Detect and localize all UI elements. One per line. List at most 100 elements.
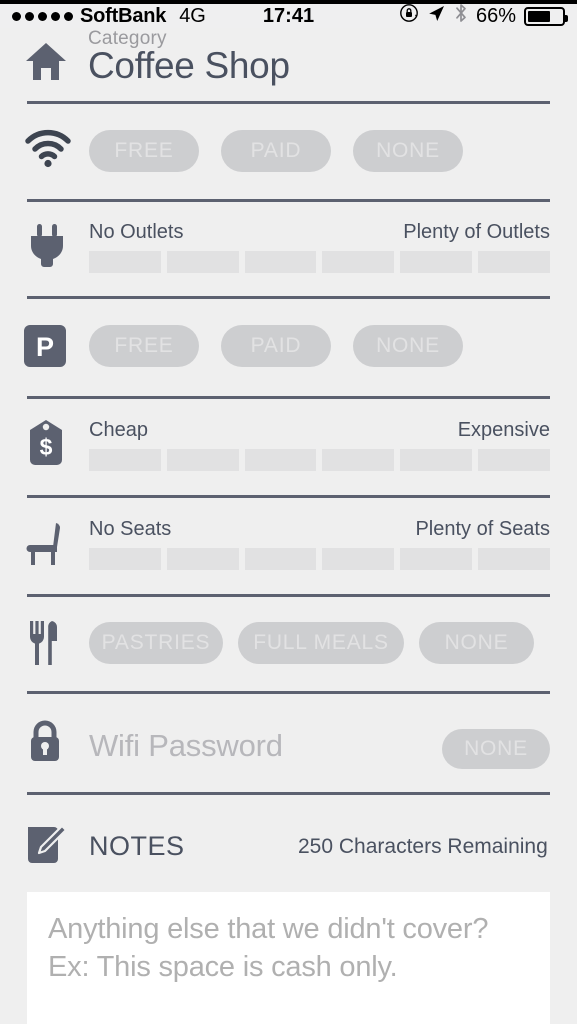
wifi-password-none-option[interactable]: NONE: [442, 729, 550, 769]
wifi-icon: [24, 128, 72, 168]
signal-dot: [51, 11, 60, 21]
price-segment[interactable]: [322, 449, 395, 471]
rotation-lock-icon: [399, 3, 419, 29]
wifi-password-row: Wifi Password NONE: [0, 700, 577, 792]
price-slider[interactable]: [89, 449, 550, 471]
separator: [27, 792, 550, 795]
food-option-pastries[interactable]: PASTRIES: [89, 622, 223, 664]
network-type-label: 4G: [179, 4, 206, 27]
separator: [27, 691, 550, 694]
wifi-password-input[interactable]: Wifi Password: [89, 728, 283, 764]
outlets-max-label: Plenty of Outlets: [403, 221, 550, 243]
parking-option-none[interactable]: NONE: [353, 325, 463, 367]
outlets-segment[interactable]: [166, 251, 239, 273]
svg-text:P: P: [36, 332, 54, 362]
price-segment[interactable]: [400, 449, 473, 471]
price-segment[interactable]: [89, 449, 161, 471]
parking-option-free[interactable]: FREE: [89, 325, 199, 367]
seats-segment[interactable]: [244, 548, 317, 570]
price-tag-icon: $: [28, 420, 64, 468]
outlets-segment[interactable]: [478, 251, 550, 273]
wifi-option-free[interactable]: FREE: [89, 130, 199, 172]
price-scale-labels: Cheap Expensive: [89, 419, 550, 442]
wifi-option-none[interactable]: NONE: [353, 130, 463, 172]
food-option-full-meals[interactable]: FULL MEALS: [238, 622, 404, 664]
notes-placeholder-text: Anything else that we didn't cover? Ex: …: [48, 913, 489, 983]
seats-segment[interactable]: [166, 548, 239, 570]
outlets-row: No Outlets Plenty of Outlets: [0, 208, 577, 298]
signal-dot: [64, 11, 73, 21]
food-options: PASTRIES FULL MEALS NONE: [89, 622, 534, 664]
separator: [27, 199, 550, 202]
home-icon[interactable]: [24, 40, 68, 87]
price-segment[interactable]: [244, 449, 317, 471]
chair-icon: [26, 521, 68, 567]
bluetooth-icon: [454, 3, 468, 29]
power-plug-icon: [28, 224, 66, 270]
price-max-label: Expensive: [457, 419, 550, 441]
separator: [27, 594, 550, 597]
price-segment[interactable]: [166, 449, 239, 471]
seats-segment[interactable]: [89, 548, 161, 570]
outlets-slider[interactable]: [89, 251, 550, 273]
price-segment[interactable]: [478, 449, 550, 471]
food-option-none[interactable]: NONE: [419, 622, 534, 664]
notes-character-counter: 250 Characters Remaining: [298, 835, 548, 858]
wifi-option-paid[interactable]: PAID: [221, 130, 331, 172]
outlets-segment[interactable]: [400, 251, 473, 273]
wifi-row: FREE PAID NONE: [0, 110, 577, 200]
price-min-label: Cheap: [89, 419, 148, 441]
separator: [27, 495, 550, 498]
separator: [27, 101, 550, 104]
outlets-scale-labels: No Outlets Plenty of Outlets: [89, 221, 550, 244]
price-row: $ Cheap Expensive: [0, 406, 577, 496]
notes-textarea[interactable]: Anything else that we didn't cover? Ex: …: [27, 892, 550, 1024]
seats-max-label: Plenty of Seats: [415, 518, 550, 540]
separator: [27, 296, 550, 299]
battery-icon: [524, 6, 568, 26]
page-title: Coffee Shop: [88, 45, 290, 86]
seats-segment[interactable]: [400, 548, 473, 570]
carrier-label: SoftBank: [80, 4, 167, 27]
seats-scale-labels: No Seats Plenty of Seats: [89, 518, 550, 541]
notes-pencil-icon: [24, 823, 68, 867]
seats-min-label: No Seats: [89, 518, 172, 540]
wifi-options: FREE PAID NONE: [89, 130, 463, 172]
parking-row: P FREE PAID NONE: [0, 307, 577, 397]
status-bar: SoftBank 4G 17:41 66%: [0, 0, 577, 28]
svg-text:$: $: [40, 434, 53, 460]
parking-options: FREE PAID NONE: [89, 325, 463, 367]
seats-segment[interactable]: [322, 548, 395, 570]
page-header: Category Coffee Shop: [0, 28, 577, 100]
app-screen: SoftBank 4G 17:41 66% Category Coffee Sh…: [0, 0, 577, 1024]
location-arrow-icon: [427, 4, 446, 29]
outlets-segment[interactable]: [89, 251, 161, 273]
status-bar-right-group: 66%: [399, 3, 568, 29]
seats-row: No Seats Plenty of Seats: [0, 505, 577, 595]
outlets-segment[interactable]: [244, 251, 317, 273]
signal-dot: [38, 11, 47, 21]
seats-segment[interactable]: [478, 548, 550, 570]
signal-strength-dots: [12, 11, 73, 21]
battery-percent-label: 66%: [475, 4, 516, 27]
wifi-password-none-wrapper: NONE: [442, 729, 550, 769]
outlets-segment[interactable]: [322, 251, 395, 273]
seats-slider[interactable]: [89, 548, 550, 570]
separator: [27, 396, 550, 399]
lock-icon: [28, 720, 62, 762]
notes-section-title: NOTES: [89, 831, 185, 861]
outlets-min-label: No Outlets: [89, 221, 184, 243]
signal-dot: [25, 11, 34, 21]
food-row: PASTRIES FULL MEALS NONE: [0, 604, 577, 692]
parking-option-paid[interactable]: PAID: [221, 325, 331, 367]
signal-dot: [12, 11, 21, 21]
parking-icon: P: [24, 325, 66, 367]
notes-header-row: NOTES 250 Characters Remaining: [0, 805, 577, 885]
battery-fill: [528, 10, 550, 22]
